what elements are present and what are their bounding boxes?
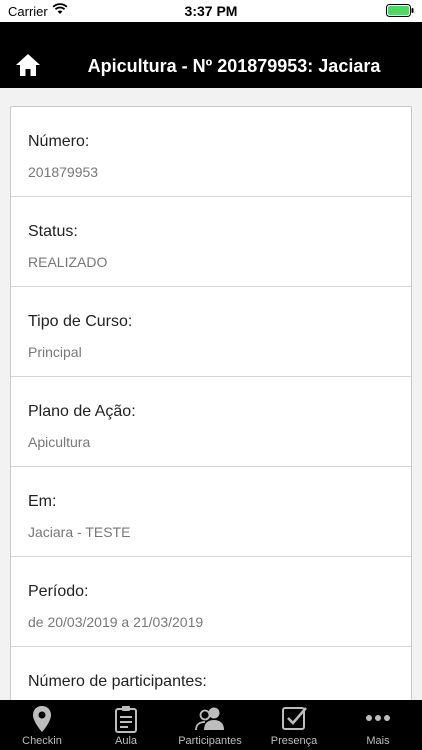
content-area[interactable]: Número: 201879953 Status: REALIZADO Tipo… (0, 88, 422, 700)
field-value: 201879953 (28, 164, 99, 180)
field-status: Status: REALIZADO (11, 197, 411, 287)
page-title: Apicultura - Nº 201879953: Jaciara (87, 56, 381, 76)
field-numero: Número: 201879953 (11, 107, 411, 197)
field-tipo-de-curso: Tipo de Curso: Principal (11, 287, 411, 377)
field-periodo: Período: de 20/03/2019 a 21/03/2019 (11, 557, 411, 647)
field-label: Plano de Ação: (28, 403, 136, 420)
field-plano-de-acao: Plano de Ação: Apicultura (11, 377, 411, 467)
battery-icon (386, 4, 414, 20)
field-value: de 20/03/2019 a 21/03/2019 (28, 614, 204, 630)
field-em: Em: Jaciara - TESTE (11, 467, 411, 557)
tab-label: Presença (270, 735, 318, 747)
details-card: Número: 201879953 Status: REALIZADO Tipo… (10, 106, 412, 700)
field-label: Número: (28, 133, 90, 150)
users-icon (195, 707, 224, 731)
checkbox-icon (282, 707, 307, 730)
tab-aula[interactable]: Aula (84, 700, 168, 750)
tab-bar: Checkin Aula Participantes Presença Mais (0, 700, 422, 750)
field-label: Em: (28, 493, 57, 510)
tab-presenca[interactable]: Presença (252, 700, 336, 750)
tab-participantes[interactable]: Participantes (168, 700, 252, 750)
field-value: Jaciara - TESTE (28, 524, 131, 540)
field-value: Apicultura (28, 434, 91, 450)
tab-checkin[interactable]: Checkin (0, 700, 84, 750)
tab-label: Participantes (178, 735, 242, 747)
field-label: Período: (28, 583, 89, 600)
tab-label: Aula (114, 735, 138, 747)
tab-mais[interactable]: Mais (336, 700, 420, 750)
more-icon (366, 715, 390, 721)
field-label: Status: (28, 223, 78, 240)
field-label: Tipo de Curso: (28, 313, 133, 330)
tab-label: Checkin (22, 735, 62, 747)
clock-time: 3:37 PM (184, 3, 238, 19)
clipboard-icon (115, 706, 137, 733)
field-value: REALIZADO (28, 254, 108, 270)
status-bar: Carrier 3:37 PM (0, 0, 422, 22)
home-icon[interactable] (14, 51, 42, 79)
field-value: Principal (28, 344, 82, 360)
field-label: Número de participantes: (28, 673, 207, 690)
field-numero-de-participantes: Número de participantes: (11, 647, 411, 700)
tab-label: Mais (366, 735, 390, 747)
navigation-bar: Apicultura - Nº 201879953: Jaciara (0, 22, 422, 88)
map-pin-icon (33, 706, 51, 732)
